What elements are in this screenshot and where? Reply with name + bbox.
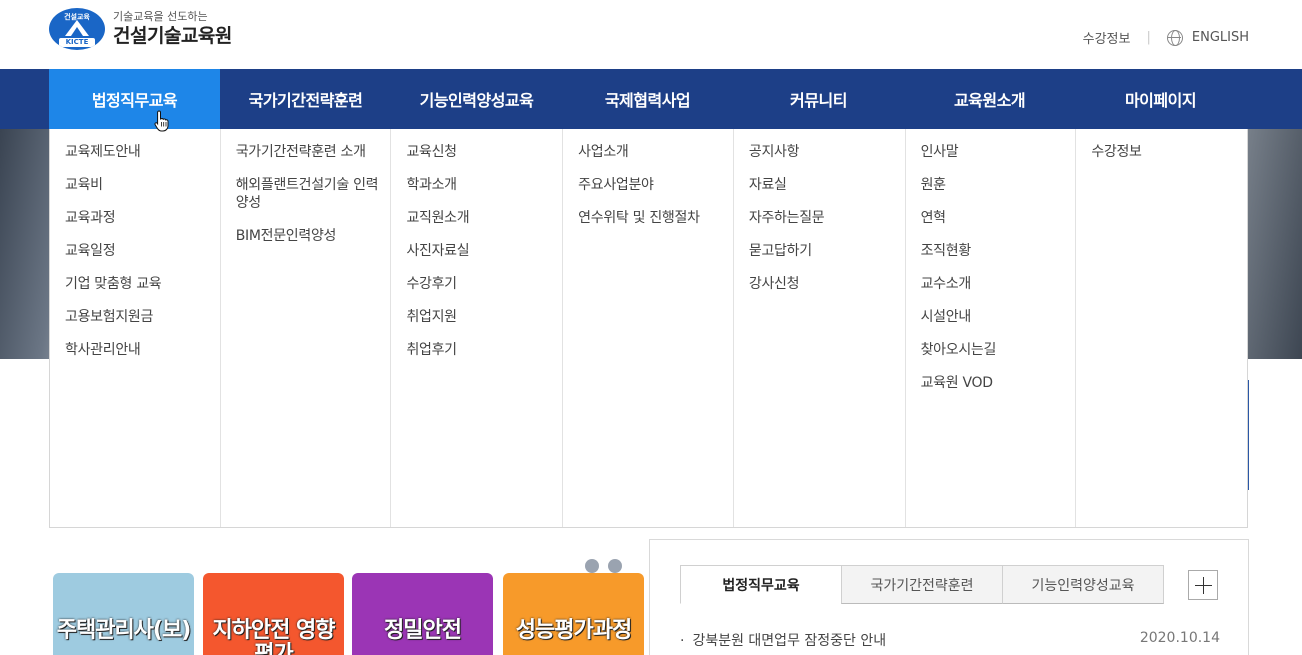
nav-item-2[interactable]: 기능인력양성교육 — [391, 69, 562, 129]
mega-menu-link[interactable]: 공지사항 — [749, 143, 905, 161]
notice-title[interactable]: 강북분원 대면업무 잠정중단 안내 — [692, 633, 886, 649]
mega-menu-link[interactable]: 학사관리안내 — [65, 341, 220, 359]
mega-menu-link[interactable]: 학과소개 — [406, 176, 562, 194]
mega-menu-link[interactable]: 취업지원 — [406, 308, 562, 326]
mega-menu-link[interactable]: 교육원 VOD — [921, 374, 1076, 392]
notice-tab-0[interactable]: 법정직무교육 — [680, 565, 842, 604]
mega-menu-link[interactable]: 연수위탁 및 진행절차 — [578, 209, 733, 227]
carousel-dot[interactable] — [608, 559, 622, 573]
nav-item-5[interactable]: 교육원소개 — [904, 69, 1075, 129]
carousel-dot[interactable] — [585, 559, 599, 573]
course-card[interactable]: 정밀안전 — [352, 573, 493, 655]
carousel-dots — [585, 559, 631, 573]
notice-tabs: 법정직무교육 국가기간전략훈련 기능인력양성교육 — [680, 565, 1164, 604]
mega-menu-link[interactable]: 교육비 — [65, 176, 220, 194]
mega-menu-link[interactable]: 국가기간전략훈련 소개 — [236, 143, 391, 161]
mega-menu-link[interactable]: 수강후기 — [406, 275, 562, 293]
mega-menu-link[interactable]: 시설안내 — [921, 308, 1076, 326]
logo-emblem-bottom-text: KICTE — [59, 38, 95, 47]
mega-menu-link[interactable]: 해외플랜트건설기술 인력양성 — [236, 176, 391, 212]
globe-icon — [1166, 29, 1183, 46]
more-plus-button[interactable] — [1188, 570, 1218, 600]
mega-menu-column: 공지사항자료실자주하는질문묻고답하기강사신청 — [734, 129, 906, 527]
mega-menu-link[interactable]: 사업소개 — [578, 143, 733, 161]
mega-menu-link[interactable]: 교직원소개 — [406, 209, 562, 227]
mega-menu-column: 수강정보 — [1076, 129, 1247, 527]
main-nav: 법정직무교육 국가기간전략훈련 기능인력양성교육 국제협력사업 커뮤니티 교육원소개 마이페… — [0, 69, 1302, 129]
nav-item-6[interactable]: 마이페이지 — [1075, 69, 1246, 129]
hand-cursor-icon — [154, 110, 169, 132]
mega-menu-link[interactable]: 기업 맞춤형 교육 — [65, 275, 220, 293]
utility-links: 수강정보 | ENGLISH — [1083, 28, 1249, 47]
mega-menu-link[interactable]: 사진자료실 — [406, 242, 562, 260]
mega-menu-link[interactable]: 자료실 — [749, 176, 905, 194]
mega-menu-link[interactable]: 강사신청 — [749, 275, 905, 293]
notice-list-item[interactable]: · 강북분원 대면업무 잠정중단 안내 2020.10.14 — [680, 630, 1220, 650]
mega-menu-link[interactable]: 교육제도안내 — [65, 143, 220, 161]
mega-menu-dropdown: 교육제도안내 교육비 교육과정 교육일정 기업 맞춤형 교육 고용보험지원금 학사관리안내 국… — [49, 129, 1248, 528]
notice-tab-2[interactable]: 기능인력양성교육 — [1002, 565, 1164, 604]
notice-date: 2020.10.14 — [1139, 630, 1220, 646]
mega-menu-column: 국가기간전략훈련 소개해외플랜트건설기술 인력양성 BIM전문인력양성 — [221, 129, 392, 527]
mega-menu-link[interactable]: 조직현황 — [921, 242, 1076, 260]
notice-tab-1[interactable]: 국가기간전략훈련 — [841, 565, 1003, 604]
site-header: 건설교육 KICTE 기술교육을 선도하는 건설기술교육원 수강정보 | ENG… — [0, 0, 1302, 69]
mega-menu-link[interactable]: 자주하는질문 — [749, 209, 905, 227]
mega-menu-column: 교육제도안내교육비교육과정교육일정기업 맞춤형 교육고용보험지원금학사관리안내 — [50, 129, 221, 527]
mega-menu-link[interactable]: 취업후기 — [406, 341, 562, 359]
nav-item-1[interactable]: 국가기간전략훈련 — [220, 69, 391, 129]
mega-menu-link[interactable]: 묻고답하기 — [749, 242, 905, 260]
util-divider: | — [1146, 30, 1151, 45]
nav-item-4[interactable]: 커뮤니티 — [733, 69, 904, 129]
mega-menu-link[interactable]: 교수소개 — [921, 275, 1076, 293]
logo-subtitle: 기술교육을 선도하는 — [113, 10, 208, 23]
mega-menu-link[interactable]: 교육과정 — [65, 209, 220, 227]
mega-menu-link[interactable]: BIM전문인력양성 — [236, 227, 391, 245]
mega-menu-column: 사업소개주요사업분야연수위탁 및 진행절차 — [563, 129, 734, 527]
mega-menu-link[interactable]: 고용보험지원금 — [65, 308, 220, 326]
mega-menu-link[interactable]: 교육일정 — [65, 242, 220, 260]
notice-panel: 법정직무교육 국가기간전략훈련 기능인력양성교육 · 강북분원 대면업무 잠정중단 안… — [649, 539, 1249, 655]
logo-emblem-icon: 건설교육 KICTE — [49, 8, 105, 50]
course-card[interactable]: 주택관리사(보) — [53, 573, 194, 655]
mega-menu-link[interactable]: 찾아오시는길 — [921, 341, 1076, 359]
mega-menu-column: 인사말원훈연혁조직현황교수소개시설안내찾아오시는길교육원 VOD — [906, 129, 1077, 527]
util-link-course-info[interactable]: 수강정보 — [1083, 28, 1131, 47]
logo-title: 건설기술교육원 — [113, 25, 232, 47]
nav-item-0[interactable]: 법정직무교육 — [49, 69, 220, 129]
mega-menu-link[interactable]: 인사말 — [921, 143, 1076, 161]
bullet-icon: · — [680, 633, 685, 649]
course-card[interactable]: 지하안전 영향평가 — [203, 573, 344, 655]
site-logo[interactable]: 건설교육 KICTE 기술교육을 선도하는 건설기술교육원 — [49, 8, 232, 50]
mega-menu-link[interactable]: 교육신청 — [406, 143, 562, 161]
mega-menu-link[interactable]: 연혁 — [921, 209, 1076, 227]
mega-menu-link[interactable]: 원훈 — [921, 176, 1076, 194]
nav-item-3[interactable]: 국제협력사업 — [562, 69, 733, 129]
mega-menu-link[interactable]: 수강정보 — [1091, 143, 1247, 161]
course-card[interactable]: 성능평가과정 — [503, 573, 644, 655]
mega-menu-column: 교육신청학과소개교직원소개사진자료실수강후기취업지원취업후기 — [391, 129, 564, 527]
mega-menu-link[interactable]: 주요사업분야 — [578, 176, 733, 194]
util-link-english[interactable]: ENGLISH — [1192, 30, 1249, 45]
